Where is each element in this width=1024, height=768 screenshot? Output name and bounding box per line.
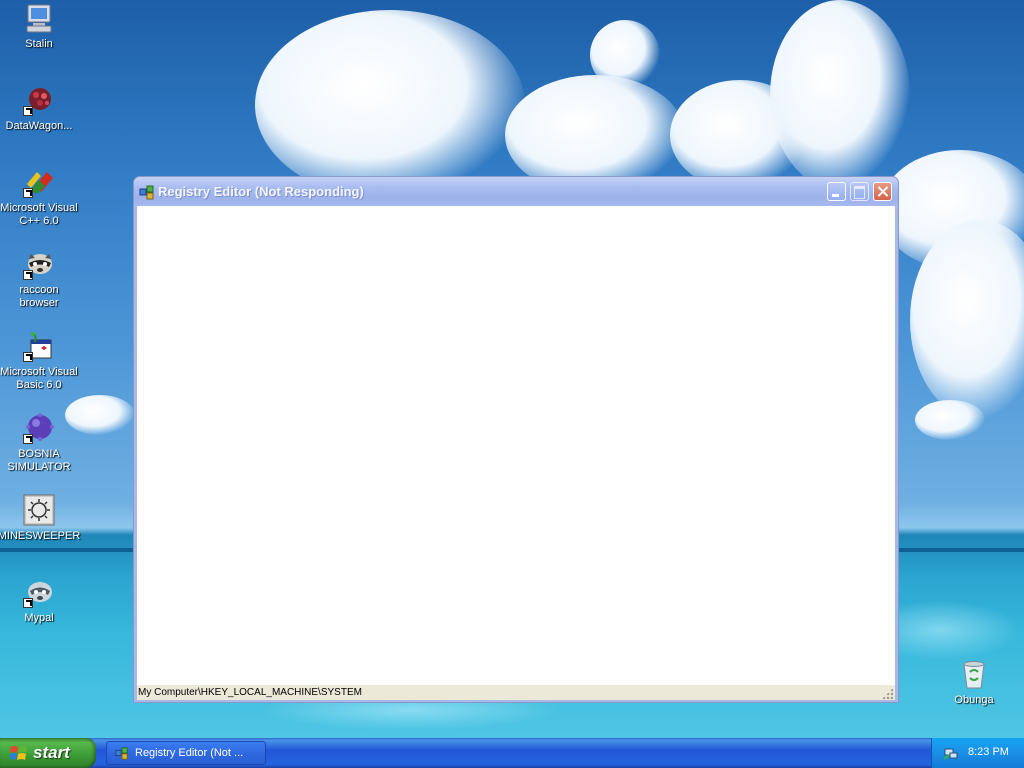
- desktop-icon-stalin[interactable]: Stalin: [0, 2, 78, 51]
- desktop-icon-label: raccoon browser: [19, 284, 59, 309]
- visual-basic-icon: [23, 330, 55, 362]
- shortcut-arrow-icon: [23, 270, 33, 280]
- shortcut-arrow-icon: [23, 598, 33, 608]
- close-button[interactable]: [873, 182, 892, 201]
- desktop-icon-datawagon[interactable]: DataWagon...: [0, 84, 78, 133]
- cloud: [915, 400, 985, 440]
- start-label: start: [33, 743, 70, 762]
- window-client-area: [137, 206, 895, 685]
- shortcut-arrow-icon: [23, 106, 33, 116]
- cloud: [590, 20, 660, 90]
- desktop-icon-visual-basic[interactable]: Microsoft Visual Basic 6.0: [0, 330, 78, 392]
- desktop-icon-raccoon-browser[interactable]: raccoon browser: [0, 248, 78, 310]
- desktop-icon-label: MINESWEEPER: [0, 530, 81, 542]
- status-bar: My Computer\HKEY_LOCAL_MACHINE\SYSTEM: [137, 685, 895, 700]
- resize-grip[interactable]: [882, 688, 893, 699]
- bosnia-simulator-icon: [23, 412, 55, 444]
- desktop-icon-bosnia-simulator[interactable]: BOSNIA SIMULATOR: [0, 412, 78, 474]
- desktop-icon-label: Stalin: [25, 38, 53, 50]
- my-computer-icon: [23, 2, 55, 34]
- mypal-icon: [23, 576, 55, 608]
- registry-editor-icon: [115, 746, 129, 760]
- system-tray: 8:23 PM: [931, 738, 1024, 768]
- registry-editor-icon: [139, 184, 155, 200]
- network-icon[interactable]: [943, 745, 959, 761]
- desktop-icon-visual-cpp[interactable]: Microsoft Visual C++ 6.0: [0, 166, 78, 228]
- registry-editor-window[interactable]: Registry Editor (Not Responding) My Comp…: [133, 176, 899, 703]
- desktop-icon-label: Microsoft Visual Basic 6.0: [0, 366, 78, 391]
- desktop-icon-minesweeper[interactable]: MINESWEEPER: [0, 494, 81, 543]
- desktop-icon-label: Microsoft Visual C++ 6.0: [0, 202, 78, 227]
- taskbar-button-registry-editor[interactable]: Registry Editor (Not ...: [106, 741, 266, 765]
- shortcut-arrow-icon: [23, 188, 33, 198]
- datawagon-icon: [23, 84, 55, 116]
- recycle-bin-icon: [958, 658, 990, 690]
- desktop-icon-label: Obunga: [954, 694, 994, 706]
- minimize-button[interactable]: [827, 182, 846, 201]
- raccoon-icon: [23, 248, 55, 280]
- taskbar-button-label: Registry Editor (Not ...: [135, 747, 244, 759]
- start-button[interactable]: start: [0, 738, 96, 768]
- desktop: Stalin DataWagon... Microsoft Visual C++…: [0, 0, 1024, 738]
- clock[interactable]: 8:23 PM: [968, 746, 1009, 758]
- maximize-button[interactable]: [850, 182, 869, 201]
- shortcut-arrow-icon: [23, 434, 33, 444]
- minesweeper-icon: [23, 494, 55, 526]
- window-titlebar[interactable]: Registry Editor (Not Responding): [134, 177, 898, 206]
- cloud: [770, 0, 910, 190]
- desktop-icon-recycle-bin[interactable]: Obunga: [935, 658, 1013, 707]
- desktop-icon-mypal[interactable]: Mypal: [0, 576, 78, 625]
- visual-cpp-icon: [23, 166, 55, 198]
- windows-logo-icon: [9, 745, 28, 762]
- cloud: [255, 10, 525, 200]
- status-path: My Computer\HKEY_LOCAL_MACHINE\SYSTEM: [138, 687, 362, 698]
- shortcut-arrow-icon: [23, 352, 33, 362]
- desktop-icon-label: Mypal: [24, 612, 54, 624]
- desktop-icon-label: BOSNIA SIMULATOR: [7, 448, 71, 473]
- taskbar: start Registry Editor (Not ... 8:23 PM: [0, 738, 1024, 768]
- desktop-icon-label: DataWagon...: [5, 120, 73, 132]
- window-title: Registry Editor (Not Responding): [158, 184, 364, 199]
